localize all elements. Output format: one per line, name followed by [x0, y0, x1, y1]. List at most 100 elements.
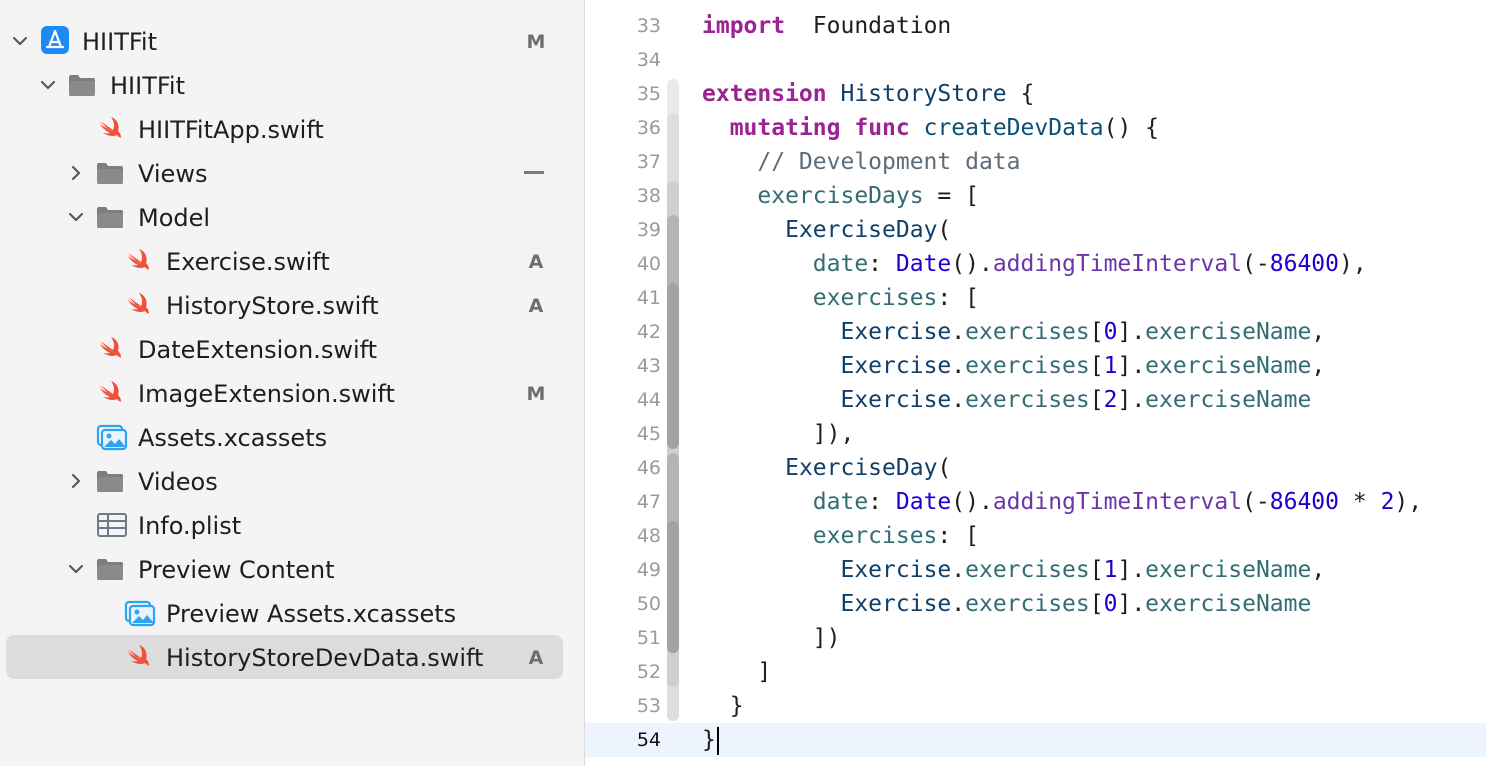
navigator-item-label: HistoryStoreDevData.swift — [166, 644, 484, 672]
code-token: ]. — [1117, 387, 1146, 413]
navigator-item-label: Assets.xcassets — [138, 424, 328, 452]
code-line[interactable]: 52 ] — [585, 655, 1486, 689]
code-token: exercises — [812, 285, 938, 311]
navigator-item-label: HistoryStore.swift — [166, 292, 379, 320]
navigator-item-assets-xcassets[interactable]: Assets.xcassets — [0, 415, 585, 459]
code-token: ( — [937, 217, 952, 243]
code-line[interactable]: 38 exerciseDays = [ — [585, 179, 1486, 213]
code-token: Exercise — [840, 319, 952, 345]
code-text: date: Date().addingTimeInterval(-86400 *… — [702, 487, 1422, 517]
swift-icon — [96, 116, 124, 142]
navigator-item-imageextension-swift[interactable]: ImageExtension.swift M — [0, 371, 585, 415]
code-token: import — [702, 13, 786, 39]
code-line[interactable]: 46 ExerciseDay( — [585, 451, 1486, 485]
code-folding-ribbon[interactable] — [667, 283, 679, 449]
code-line[interactable]: 54} — [585, 723, 1486, 757]
chevron-down-icon[interactable] — [66, 559, 86, 579]
code-token: (- — [1242, 251, 1270, 277]
code-token: , — [1311, 319, 1326, 345]
navigator-item-historystore-swift[interactable]: HistoryStore.swift A — [0, 283, 585, 327]
code-line[interactable]: 43 Exercise.exercises[1].exerciseName, — [585, 349, 1486, 383]
code-token: [ — [1089, 387, 1104, 413]
code-token: Exercise — [840, 353, 952, 379]
code-line[interactable]: 49 Exercise.exercises[1].exerciseName, — [585, 553, 1486, 587]
navigator-item-label: HIITFitApp.swift — [138, 116, 324, 144]
navigator-item-label: Views — [138, 160, 208, 188]
code-line[interactable]: 39 ExerciseDay( — [585, 213, 1486, 247]
code-text: exerciseDays = [ — [702, 181, 979, 211]
code-folding-ribbon[interactable] — [667, 521, 679, 653]
navigator-item-model[interactable]: Model — [0, 195, 585, 239]
code-token: exerciseName — [1145, 387, 1312, 413]
chevron-right-icon[interactable] — [66, 163, 86, 183]
code-token: , — [1311, 557, 1326, 583]
code-token: 0 — [1103, 591, 1118, 617]
navigator-item-historystoredevdata-swift[interactable]: HistoryStoreDevData.swift A — [0, 635, 585, 679]
code-token: Exercise — [840, 387, 952, 413]
navigator-item-hiitfitapp-swift[interactable]: HIITFitApp.swift — [0, 107, 585, 151]
source-editor[interactable]: 33 import Foundation 34 35 extension History… — [585, 0, 1486, 766]
source-control-status-badge: A — [528, 251, 544, 273]
code-line[interactable]: 40 date: Date().addingTimeInterval(-8640… — [585, 247, 1486, 281]
line-number: 37 — [636, 151, 661, 173]
navigator-item-videos[interactable]: Videos — [0, 459, 585, 503]
code-token: exercises — [965, 387, 1090, 413]
code-token: 2 — [1380, 489, 1395, 515]
code-line[interactable]: 51 ]) — [585, 621, 1486, 655]
chevron-down-icon[interactable] — [66, 207, 86, 227]
navigator-item-dateextension-swift[interactable]: DateExtension.swift — [0, 327, 585, 371]
navigator-item-preview-content[interactable]: Preview Content — [0, 547, 585, 591]
code-line[interactable]: 41 exercises: [ — [585, 281, 1486, 315]
code-line[interactable]: 33 import Foundation — [585, 9, 1486, 43]
code-text: Exercise.exercises[0].exerciseName — [702, 589, 1311, 619]
navigator-item-info-plist[interactable]: Info.plist — [0, 503, 585, 547]
code-text: // Development data — [702, 147, 1020, 177]
code-token: , — [1311, 353, 1326, 379]
line-number: 53 — [636, 695, 661, 717]
code-token: : [ — [937, 285, 979, 311]
code-line[interactable]: 37 // Development data — [585, 145, 1486, 179]
chevron-right-icon[interactable] — [66, 471, 86, 491]
navigator-item-exercise-swift[interactable]: Exercise.swift A — [0, 239, 585, 283]
navigator-item-label: DateExtension.swift — [138, 336, 378, 364]
code-token: [ — [1089, 353, 1104, 379]
code-token: addingTimeInterval — [992, 251, 1243, 277]
code-line[interactable]: 35 extension HistoryStore { — [585, 77, 1486, 111]
code-text: ExerciseDay( — [702, 453, 951, 483]
code-text: } — [702, 725, 719, 755]
code-token: mutating — [729, 115, 841, 141]
navigator-item-preview-assets-xcassets[interactable]: Preview Assets.xcassets — [0, 591, 585, 635]
code-line[interactable]: 50 Exercise.exercises[0].exerciseName — [585, 587, 1486, 621]
code-token: Date — [895, 489, 952, 515]
code-line[interactable]: 47 date: Date().addingTimeInterval(-8640… — [585, 485, 1486, 519]
code-line[interactable]: 36 mutating func createDevData() { — [585, 111, 1486, 145]
code-line[interactable]: 45 ]), — [585, 417, 1486, 451]
code-text: ]) — [702, 623, 841, 653]
line-number: 33 — [636, 15, 661, 37]
code-line[interactable]: 48 exercises: [ — [585, 519, 1486, 553]
code-token: 0 — [1103, 319, 1118, 345]
chevron-down-icon[interactable] — [38, 75, 58, 95]
code-line[interactable]: 42 Exercise.exercises[0].exerciseName, — [585, 315, 1486, 349]
code-token: exerciseName — [1145, 353, 1312, 379]
code-line[interactable]: 53 } — [585, 689, 1486, 723]
navigator-item-views[interactable]: Views – — [0, 151, 585, 195]
navigator-item-hiitfit[interactable]: HIITFit M — [0, 19, 585, 63]
code-token: [ — [1089, 319, 1104, 345]
code-token: addingTimeInterval — [992, 489, 1243, 515]
code-token: ( — [937, 455, 952, 481]
navigator-item-hiitfit[interactable]: HIITFit — [0, 63, 585, 107]
line-number: 52 — [636, 661, 661, 683]
source-control-status-badge: M — [526, 383, 546, 405]
code-token: . — [951, 387, 966, 413]
code-text: date: Date().addingTimeInterval(-86400), — [702, 249, 1367, 279]
code-line[interactable]: 34 — [585, 43, 1486, 77]
app-icon — [40, 25, 69, 54]
code-line[interactable]: 44 Exercise.exercises[2].exerciseName — [585, 383, 1486, 417]
code-token: HistoryStore — [840, 81, 1007, 107]
chevron-down-icon[interactable] — [10, 31, 30, 51]
